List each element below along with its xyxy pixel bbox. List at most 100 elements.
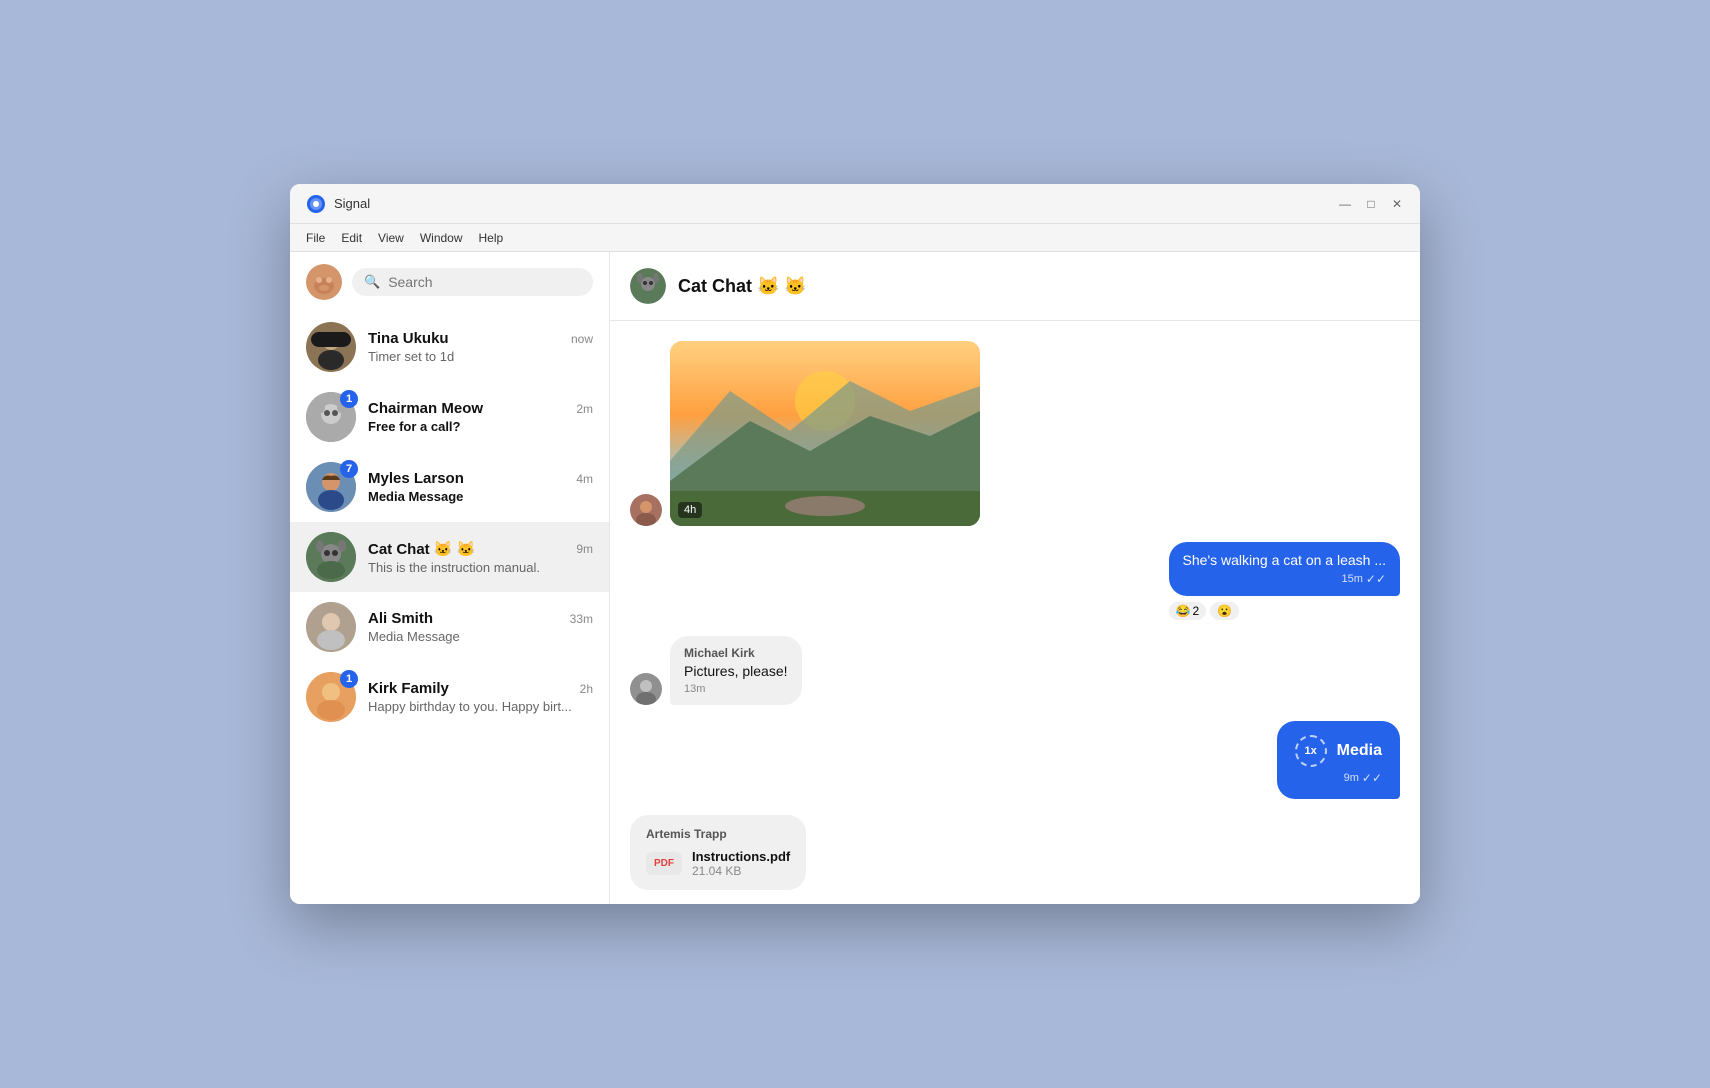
conv-time-myles: 4m	[576, 472, 593, 486]
reactions: 😂 2 😮	[1169, 602, 1400, 620]
conv-avatar-chairman: 1	[306, 392, 356, 442]
app-window: Signal — □ ✕ File Edit View Window Help	[290, 184, 1420, 904]
conv-preview-chairman: Free for a call?	[368, 419, 593, 434]
conv-time-tina: now	[571, 332, 593, 346]
bubble-wrap-text-out: She's walking a cat on a leash ... 15m ✓…	[1169, 542, 1400, 620]
bubble-outgoing-text: She's walking a cat on a leash ... 15m ✓…	[1169, 542, 1400, 596]
reaction-emoji-wow: 😮	[1217, 604, 1232, 618]
title-bar: Signal — □ ✕	[290, 184, 1420, 224]
menu-view[interactable]: View	[378, 231, 404, 245]
search-icon: 🔍	[364, 274, 380, 290]
bubble-wrap-image: 4h	[670, 341, 980, 526]
conv-preview-catchat: This is the instruction manual.	[368, 560, 593, 575]
msg-text-michael: Pictures, please!	[684, 663, 788, 679]
main-content: 🔍	[290, 252, 1420, 904]
media-bubble: 1x Media 9m ✓✓	[1277, 721, 1400, 799]
reaction-laugh[interactable]: 😂 2	[1169, 602, 1207, 620]
conv-time-ali: 33m	[570, 612, 593, 626]
minimize-button[interactable]: —	[1338, 197, 1352, 211]
conv-info-tina: Tina Ukuku now Timer set to 1d	[368, 330, 593, 364]
maximize-button[interactable]: □	[1364, 197, 1378, 211]
conv-name-kirkfamily: Kirk Family	[368, 680, 449, 697]
reaction-emoji-laugh: 😂	[1176, 604, 1191, 618]
badge-chairman: 1	[340, 390, 358, 408]
close-button[interactable]: ✕	[1390, 197, 1404, 211]
conv-name-chairman: Chairman Meow	[368, 400, 483, 417]
msg-time-out: 15m ✓✓	[1183, 572, 1386, 586]
msg-row-pdf: Artemis Trapp PDF Instructions.pdf 21.04…	[630, 815, 1400, 890]
window-controls: — □ ✕	[1338, 197, 1404, 211]
msg-avatar-incoming1	[630, 494, 662, 526]
conv-name-tina: Tina Ukuku	[368, 330, 449, 347]
image-bubble: 4h	[670, 341, 980, 526]
conv-time-kirkfamily: 2h	[580, 682, 593, 696]
conv-item-kirkfamily[interactable]: 1 Kirk Family 2h Happy birthday to you. …	[290, 662, 609, 732]
conv-name-myles: Myles Larson	[368, 470, 464, 487]
pdf-file-row: PDF Instructions.pdf 21.04 KB	[646, 849, 790, 878]
msg-row-image: 4h	[630, 341, 1400, 526]
conv-info-chairman: Chairman Meow 2m Free for a call?	[368, 400, 593, 434]
chat-title: Cat Chat 🐱 🐱	[678, 276, 807, 297]
user-avatar[interactable]	[306, 264, 342, 300]
chat-area: Cat Chat 🐱 🐱	[610, 252, 1420, 904]
media-badge: 1x	[1305, 745, 1317, 757]
conv-avatar-myles: 7	[306, 462, 356, 512]
conv-item-catchat[interactable]: Cat Chat 🐱 🐱 9m This is the instruction …	[290, 522, 609, 592]
msg-row-text-out: She's walking a cat on a leash ... 15m ✓…	[630, 542, 1400, 620]
conversation-list: Tina Ukuku now Timer set to 1d	[290, 312, 609, 904]
conv-item-myles[interactable]: 7 Myles Larson 4m Media Message	[290, 452, 609, 522]
search-input[interactable]	[388, 274, 581, 290]
bubble-wrap-pdf: Artemis Trapp PDF Instructions.pdf 21.04…	[630, 815, 806, 890]
pdf-sender: Artemis Trapp	[646, 827, 790, 841]
conv-info-kirkfamily: Kirk Family 2h Happy birthday to you. Ha…	[368, 680, 593, 714]
conv-preview-myles: Media Message	[368, 489, 593, 504]
conv-time-chairman: 2m	[576, 402, 593, 416]
pdf-bubble: Artemis Trapp PDF Instructions.pdf 21.04…	[630, 815, 806, 890]
search-bar[interactable]: 🔍	[352, 268, 593, 296]
media-label: Media	[1337, 742, 1382, 760]
check-icon: ✓✓	[1366, 572, 1386, 586]
msg-sender-michael: Michael Kirk	[684, 646, 788, 660]
chat-header: Cat Chat 🐱 🐱	[610, 252, 1420, 321]
conv-name-catchat: Cat Chat 🐱 🐱	[368, 540, 475, 558]
pdf-file-info: Instructions.pdf 21.04 KB	[692, 849, 790, 878]
conv-item-ali[interactable]: Ali Smith 33m Media Message	[290, 592, 609, 662]
menu-window[interactable]: Window	[420, 231, 463, 245]
chat-avatar	[630, 268, 666, 304]
pdf-filename: Instructions.pdf	[692, 849, 790, 864]
conv-name-ali: Ali Smith	[368, 610, 433, 627]
msg-row-michael: Michael Kirk Pictures, please! 13m	[630, 636, 1400, 705]
conv-info-ali: Ali Smith 33m Media Message	[368, 610, 593, 644]
conv-avatar-kirkfamily: 1	[306, 672, 356, 722]
conv-info-myles: Myles Larson 4m Media Message	[368, 470, 593, 504]
badge-myles: 7	[340, 460, 358, 478]
msg-text-out: She's walking a cat on a leash ...	[1183, 552, 1386, 568]
app-title: Signal	[334, 196, 1338, 211]
menu-bar: File Edit View Window Help	[290, 224, 1420, 252]
media-inner: 1x Media	[1295, 735, 1382, 767]
menu-file[interactable]: File	[306, 231, 325, 245]
bubble-wrap-michael: Michael Kirk Pictures, please! 13m	[670, 636, 802, 705]
conv-info-catchat: Cat Chat 🐱 🐱 9m This is the instruction …	[368, 540, 593, 575]
pdf-filesize: 21.04 KB	[692, 864, 790, 878]
conv-item-tina[interactable]: Tina Ukuku now Timer set to 1d	[290, 312, 609, 382]
app-logo	[306, 194, 326, 214]
sidebar-header: 🔍	[290, 252, 609, 312]
conv-time-catchat: 9m	[576, 542, 593, 556]
pdf-icon: PDF	[646, 852, 682, 875]
msg-time-michael: 13m	[684, 683, 788, 695]
msg-row-media: 1x Media 9m ✓✓	[630, 721, 1400, 799]
conv-preview-tina: Timer set to 1d	[368, 349, 593, 364]
check-icon-media: ✓✓	[1362, 771, 1382, 785]
menu-edit[interactable]: Edit	[341, 231, 362, 245]
msg-avatar-michael	[630, 673, 662, 705]
bubble-incoming-michael: Michael Kirk Pictures, please! 13m	[670, 636, 802, 705]
conv-avatar-catchat	[306, 532, 356, 582]
reaction-wow[interactable]: 😮	[1210, 602, 1239, 620]
conv-item-chairman[interactable]: 1 Chairman Meow 2m Free for a call?	[290, 382, 609, 452]
menu-help[interactable]: Help	[479, 231, 504, 245]
conv-preview-kirkfamily: Happy birthday to you. Happy birt...	[368, 699, 593, 714]
msg-time-media: 9m ✓✓	[1344, 771, 1382, 785]
badge-kirkfamily: 1	[340, 670, 358, 688]
media-icon-circle: 1x	[1295, 735, 1327, 767]
